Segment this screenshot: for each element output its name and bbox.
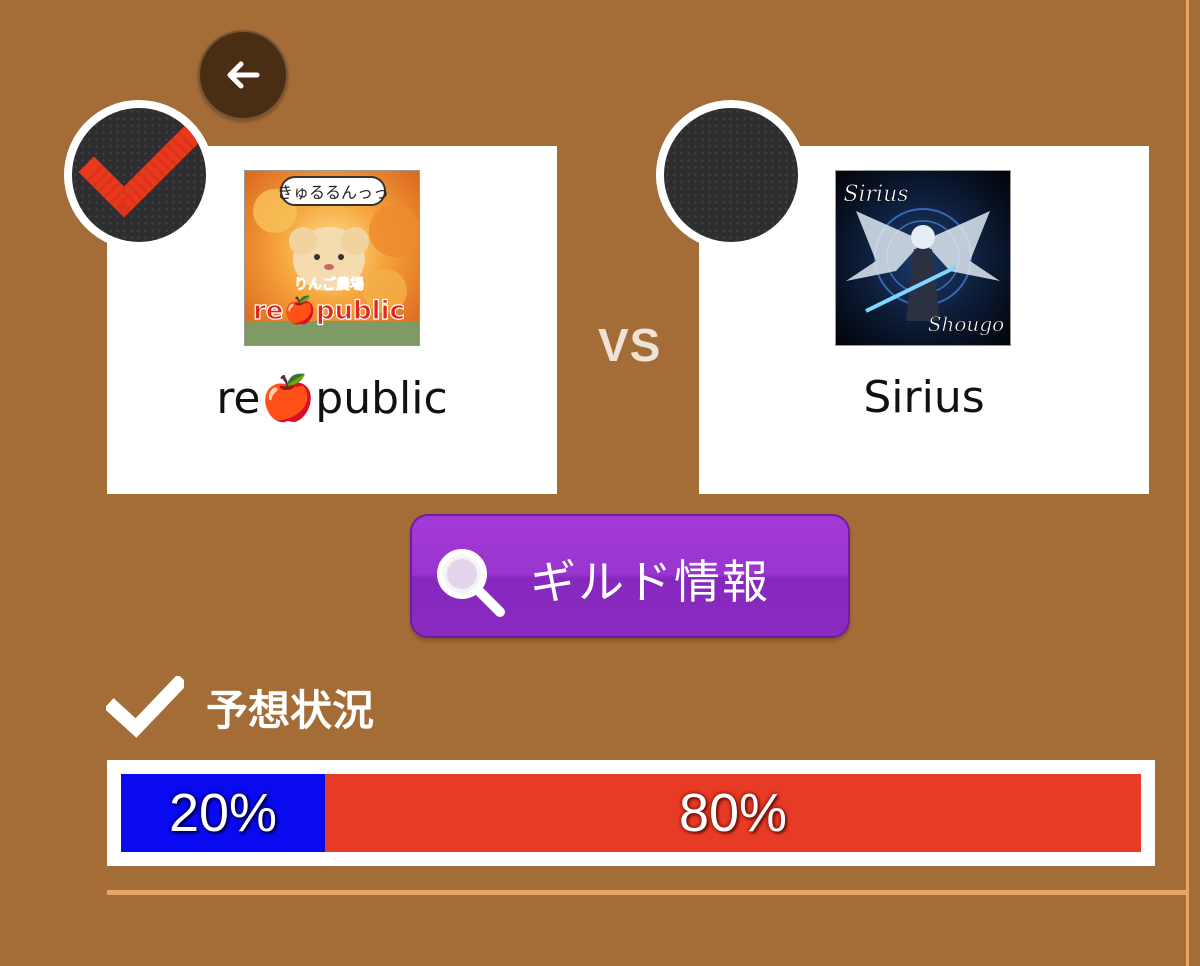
prediction-left-segment: 20% (121, 774, 325, 852)
vs-label: VS (598, 319, 662, 371)
checkmark-icon (106, 676, 184, 738)
guild-name-left: re🍎public (216, 373, 448, 424)
search-icon (437, 549, 505, 617)
guild-emblem-right: Sirius Shougo (835, 170, 1011, 346)
guild-select-right[interactable] (656, 100, 806, 250)
check-selected-icon (78, 120, 206, 218)
emblem-left-top-text: きゅるるんっっ (277, 183, 389, 202)
emblem-right-top-text: Sirius (843, 182, 908, 207)
guild-name-right: Sirius (863, 372, 985, 423)
guild-emblem-left: きゅるるんっっ りんご農場 re🍎public (244, 170, 420, 346)
prediction-section-title: 予想状況 (106, 676, 374, 738)
section-divider (107, 890, 1186, 895)
emblem-right-bottom-text: Shougo (928, 312, 1004, 336)
prediction-bar-frame: 20% 80% (107, 760, 1155, 866)
arrow-left-icon (227, 61, 260, 89)
prediction-title: 予想状況 (206, 685, 375, 735)
back-button[interactable] (198, 30, 288, 120)
emblem-left-sub-text: りんご農場 (294, 276, 364, 293)
guild-select-left[interactable] (64, 100, 214, 250)
prediction-bar: 20% 80% (121, 774, 1141, 852)
page-edge-line (1186, 0, 1189, 966)
guild-info-label: ギルド情報 (530, 555, 770, 609)
emblem-left-main-text: re🍎public (253, 294, 405, 326)
prediction-right-segment: 80% (325, 774, 1141, 852)
guild-info-button[interactable]: ギルド情報 (410, 514, 850, 638)
